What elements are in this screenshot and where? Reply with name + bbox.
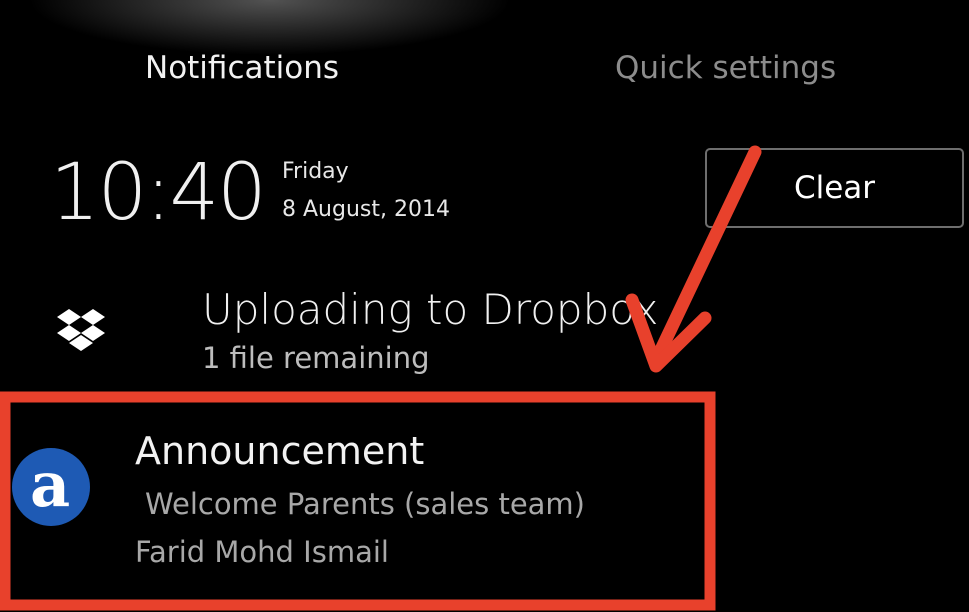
date-day: Friday — [282, 159, 349, 184]
announcement-icon-letter: a — [30, 448, 71, 521]
dropbox-icon — [57, 309, 105, 351]
date-full: 8 August, 2014 — [282, 197, 450, 222]
announcement-app-icon: a — [12, 448, 90, 526]
announcement-title: Announcement — [135, 429, 425, 473]
tab-notifications[interactable]: Notifications — [145, 48, 339, 88]
announcement-message: Welcome Parents (sales team) — [145, 487, 585, 521]
tab-quick-settings[interactable]: Quick settings — [615, 48, 836, 88]
dropbox-notification-subtitle: 1 file remaining — [202, 341, 430, 375]
notification-shade: Notifications Quick settings 10:40 Frida… — [0, 0, 969, 612]
clear-button[interactable]: Clear — [705, 148, 964, 228]
announcement-sender: Farid Mohd Ismail — [135, 535, 389, 569]
notification-announcement[interactable]: a Announcement Welcome Parents (sales te… — [0, 400, 969, 600]
dropbox-notification-title: Uploading to Dropbox — [202, 285, 659, 334]
notification-dropbox[interactable]: Uploading to Dropbox 1 file remaining — [0, 280, 969, 390]
clock-time: 10:40 — [50, 148, 267, 238]
